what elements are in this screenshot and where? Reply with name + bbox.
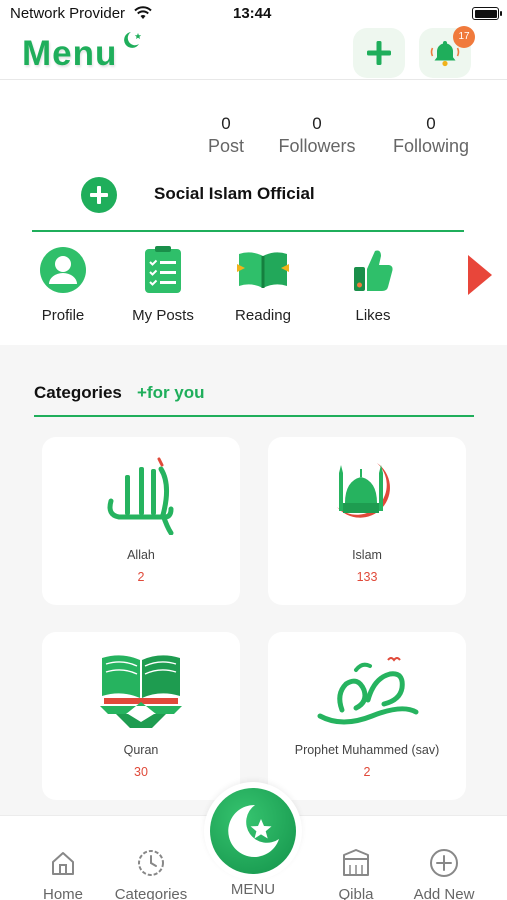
plus-icon bbox=[90, 186, 108, 204]
stat-post[interactable]: 0 Post bbox=[176, 114, 276, 157]
mosque-crescent-icon bbox=[268, 455, 466, 535]
categories-section: Categories +for you Allah 2 Islam 133 Qu… bbox=[0, 345, 507, 815]
app-logo-title: Menu bbox=[22, 34, 118, 73]
quick-menu-likes[interactable]: Likes bbox=[323, 245, 423, 324]
quick-menu-label: My Posts bbox=[132, 307, 194, 324]
app-header: Menu 17 bbox=[0, 26, 507, 80]
category-name: Islam bbox=[352, 548, 382, 562]
scroll-right-arrow-icon[interactable] bbox=[466, 253, 494, 302]
tab-menu-label[interactable]: MENU bbox=[208, 881, 298, 898]
wifi-icon bbox=[134, 6, 152, 25]
category-card-prophet-muhammed[interactable]: Prophet Muhammed (sav) 2 bbox=[268, 632, 466, 800]
quick-menu-my-posts[interactable]: My Posts bbox=[113, 245, 213, 324]
category-card-islam[interactable]: Islam 133 bbox=[268, 437, 466, 605]
tab-home[interactable]: Home bbox=[18, 846, 108, 900]
stat-followers[interactable]: 0 Followers bbox=[267, 114, 367, 157]
category-name: Prophet Muhammed (sav) bbox=[294, 743, 440, 757]
tab-add-new[interactable]: Add New bbox=[399, 846, 489, 900]
category-name: Allah bbox=[127, 548, 155, 562]
tab-qibla[interactable]: Qibla bbox=[311, 846, 401, 900]
quran-stand-icon bbox=[42, 650, 240, 730]
user-icon bbox=[13, 245, 113, 295]
category-count: 2 bbox=[363, 765, 371, 779]
tab-label: Add New bbox=[413, 886, 475, 900]
add-post-button[interactable] bbox=[353, 28, 405, 78]
battery-icon bbox=[472, 7, 502, 20]
categories-subtitle: +for you bbox=[137, 383, 205, 402]
tab-label: Categories bbox=[114, 886, 188, 900]
clock-history-icon bbox=[106, 846, 196, 880]
crescent-star-icon bbox=[210, 788, 296, 874]
stat-value: 0 bbox=[312, 114, 322, 133]
category-count: 133 bbox=[356, 570, 378, 584]
crescent-star-icon bbox=[120, 30, 144, 57]
clipboard-list-icon bbox=[113, 245, 213, 295]
tab-categories[interactable]: Categories bbox=[106, 846, 196, 900]
muhammad-calligraphy-icon bbox=[268, 650, 466, 730]
stat-label: Post bbox=[207, 136, 245, 156]
notifications-button[interactable]: 17 bbox=[419, 26, 475, 78]
home-icon bbox=[18, 846, 108, 880]
divider bbox=[34, 415, 474, 417]
kaaba-icon bbox=[311, 846, 401, 880]
stat-following[interactable]: 0 Following bbox=[381, 114, 481, 157]
open-book-icon bbox=[213, 245, 313, 295]
quick-menu-label: Reading bbox=[235, 307, 291, 324]
stat-value: 0 bbox=[426, 114, 436, 133]
quick-menu-label: Likes bbox=[355, 307, 391, 324]
category-card-allah[interactable]: Allah 2 bbox=[42, 437, 240, 605]
category-name: Quran bbox=[123, 743, 159, 757]
quick-menu-reading[interactable]: Reading bbox=[213, 245, 313, 324]
menu-center-button[interactable] bbox=[204, 782, 302, 880]
categories-title: Categories bbox=[34, 383, 122, 402]
quick-menu-label: Profile bbox=[41, 307, 85, 324]
carrier-label: Network Provider bbox=[10, 5, 126, 22]
clock: 13:44 bbox=[233, 5, 272, 22]
category-count: 2 bbox=[137, 570, 145, 584]
category-card-quran[interactable]: Quran 30 bbox=[42, 632, 240, 800]
plus-circle-icon bbox=[399, 846, 489, 880]
allah-calligraphy-icon bbox=[42, 455, 240, 535]
plus-icon bbox=[367, 41, 391, 65]
stat-label: Followers bbox=[278, 136, 356, 156]
profile-section: 0 Post 0 Followers 0 Following Social Is… bbox=[0, 80, 507, 345]
stat-value: 0 bbox=[221, 114, 231, 133]
status-bar: Network Provider 13:44 bbox=[0, 0, 507, 28]
thumbs-up-icon bbox=[323, 245, 423, 295]
add-profile-photo-button[interactable] bbox=[81, 177, 117, 213]
tab-label: Home bbox=[42, 886, 83, 900]
divider bbox=[32, 230, 464, 232]
tab-label: Qibla bbox=[338, 886, 374, 900]
account-name: Social Islam Official bbox=[154, 184, 315, 203]
category-count: 30 bbox=[134, 765, 148, 779]
quick-menu-profile[interactable]: Profile bbox=[13, 245, 113, 324]
stat-label: Following bbox=[392, 136, 470, 156]
notification-count-badge: 17 bbox=[453, 26, 475, 48]
